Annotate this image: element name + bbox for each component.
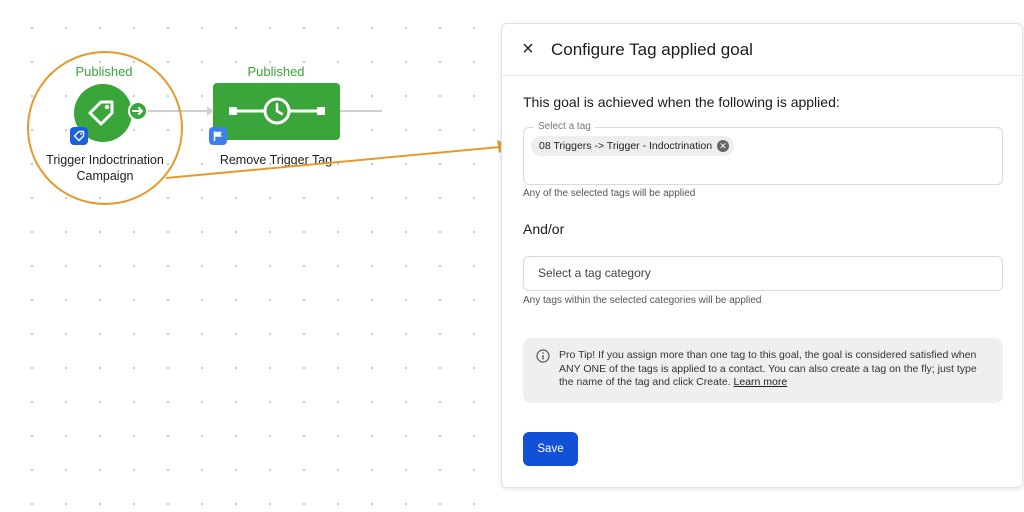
info-icon: [536, 349, 550, 363]
goal-type-badge: [209, 127, 227, 145]
tag-field-label: Select a tag: [534, 121, 595, 132]
modal-header: × Configure Tag applied goal: [502, 24, 1022, 76]
remove-tag-icon[interactable]: ✕: [717, 140, 730, 152]
close-icon: ×: [522, 38, 534, 60]
tag-field-hint: Any of the selected tags will be applied: [523, 188, 696, 199]
pro-tip-box: Pro Tip! If you assign more than one tag…: [523, 338, 1003, 403]
goal-node-caption: Remove Trigger Tag: [219, 153, 333, 167]
timer-sequence-icon: [229, 97, 325, 125]
tag-chip-label: 08 Triggers -> Trigger - Indoctrination: [539, 140, 713, 152]
flag-icon: [213, 131, 222, 141]
close-button[interactable]: ×: [518, 38, 538, 60]
andor-heading: And/or: [523, 221, 565, 237]
workflow-canvas[interactable]: Published Published Trigger Indoctrinati…: [0, 0, 500, 512]
tag-category-select[interactable]: Select a tag category: [523, 256, 1003, 291]
selected-tag-chip: 08 Triggers -> Trigger - Indoctrination …: [531, 136, 735, 156]
tag-select-field[interactable]: Select a tag 08 Triggers -> Trigger - In…: [523, 121, 1003, 185]
remove-tag-goal-node[interactable]: [213, 83, 340, 140]
modal-title: Configure Tag applied goal: [551, 40, 753, 59]
highlight-annotation-circle: [27, 51, 183, 205]
goal-description: This goal is achieved when the following…: [523, 94, 840, 110]
configure-goal-modal: × Configure Tag applied goal This goal i…: [501, 23, 1023, 488]
app-root: Published Published Trigger Indoctrinati…: [0, 0, 1024, 512]
save-button[interactable]: Save: [523, 432, 578, 466]
category-field-hint: Any tags within the selected categories …: [523, 295, 762, 306]
pro-tip-text: Pro Tip! If you assign more than one tag…: [559, 349, 991, 390]
learn-more-link[interactable]: Learn more: [734, 376, 788, 388]
